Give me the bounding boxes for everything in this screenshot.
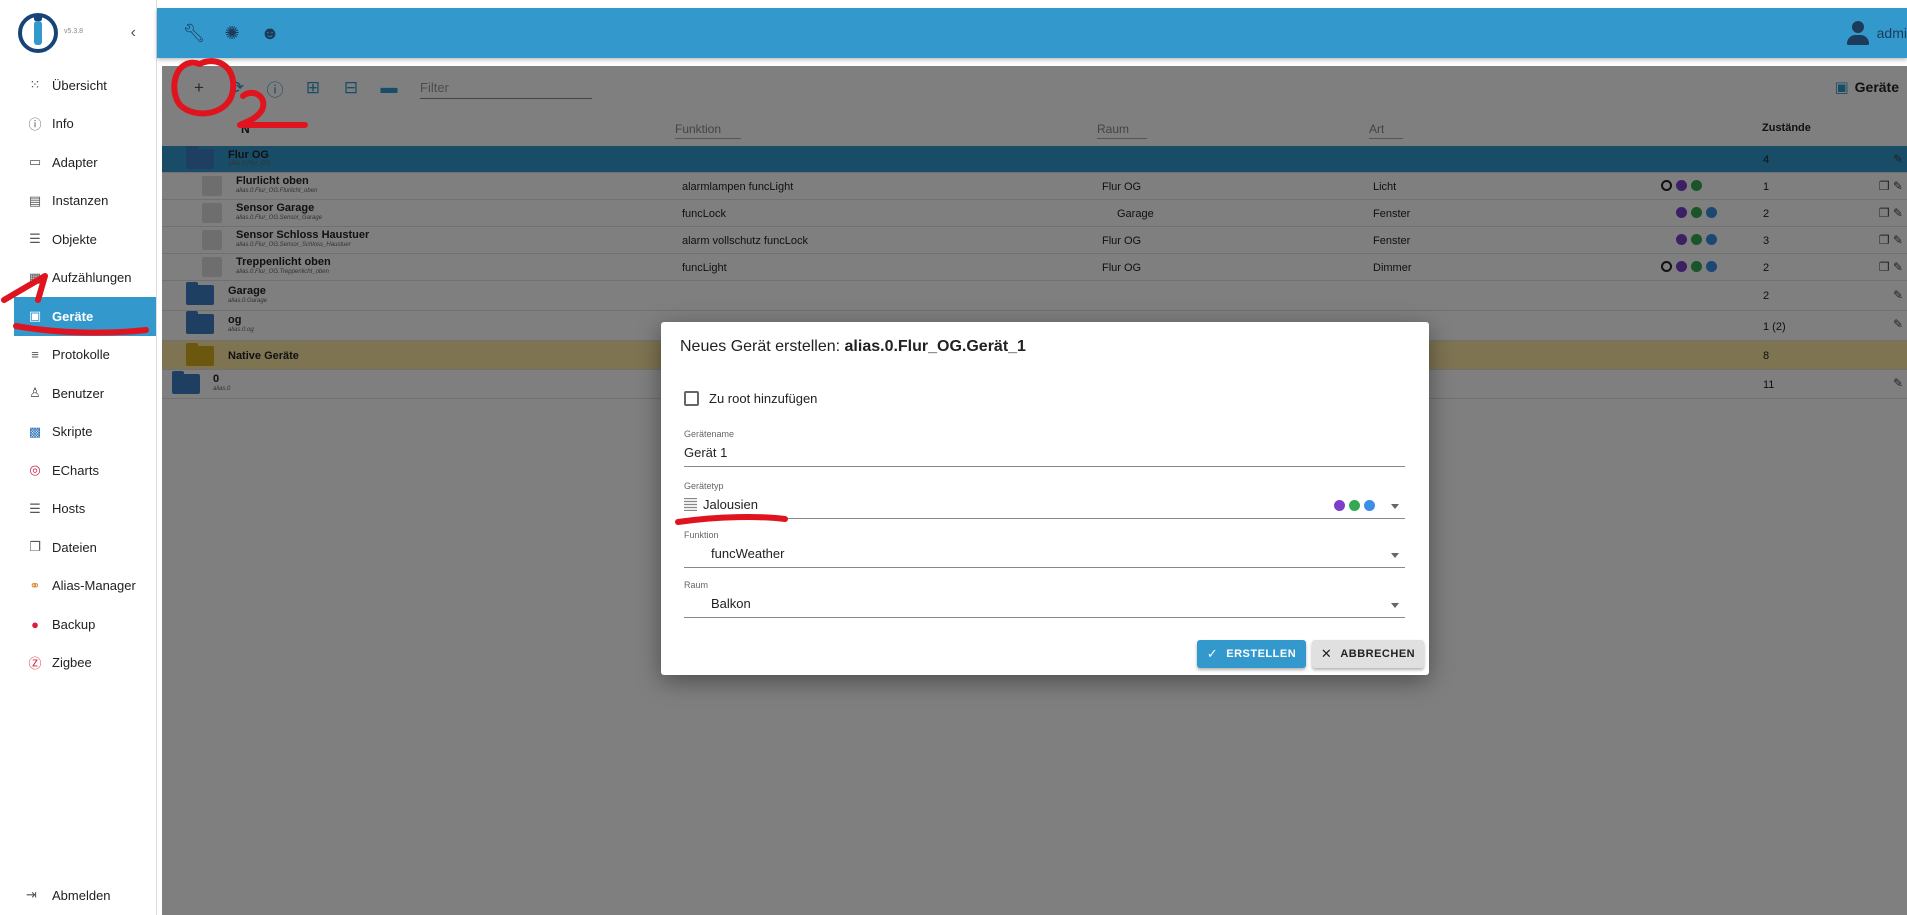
sidebar-item-alias-manager[interactable]: ⚭ Alias-Manager (0, 567, 156, 606)
echarts-icon: ◎ (29, 462, 41, 478)
version-label: v5.3.8 (64, 27, 84, 35)
sidebar-item-label: Alias-Manager (52, 578, 136, 594)
sidebar-item-aufzaehlungen[interactable]: ▦ Aufzählungen (0, 259, 156, 298)
add-to-root-checkbox[interactable]: Zu root hinzufügen (684, 391, 817, 406)
sidebar-item-label: Zigbee (52, 655, 92, 671)
checkbox-box[interactable] (684, 391, 699, 406)
sidebar-item-label: Aufzählungen (52, 270, 132, 286)
sidebar-item-label: Benutzer (52, 385, 105, 401)
create-button[interactable]: ✓ ERSTELLEN (1197, 640, 1306, 668)
dialog-title: Neues Gerät erstellen: alias.0.Flur_OG.G… (680, 338, 1026, 356)
iobroker-logo (18, 13, 58, 53)
sidebar-item-objekte[interactable]: ☰ Objekte (0, 220, 156, 259)
list-icon: ☰ (29, 231, 41, 247)
chevron-down-icon[interactable] (1391, 603, 1399, 608)
sidebar-item-geraete[interactable]: ▣ Geräte (14, 297, 156, 336)
sidebar-item-label: Backup (52, 616, 96, 632)
function-select[interactable]: Funktion funcWeather (684, 530, 1405, 568)
store-icon: ▭ (28, 154, 42, 170)
sidebar-item-benutzer[interactable]: ♙ Benutzer (0, 374, 156, 413)
logo-row: v5.3.8 ‹ (0, 0, 156, 66)
sidebar-item-label: Geräte (52, 308, 94, 324)
field-label: Funktion (684, 530, 719, 540)
sidebar-item-backup[interactable]: ● Backup (0, 605, 156, 644)
backup-icon: ● (31, 616, 39, 632)
sidebar-item-instanzen[interactable]: ▤ Instanzen (0, 182, 156, 221)
user-name: admi (1876, 25, 1907, 41)
sidebar-item-protokolle[interactable]: ≡ Protokolle (0, 336, 156, 375)
field-label: Gerätetyp (684, 481, 724, 491)
blinds-icon (684, 498, 697, 511)
device-name-input[interactable]: Gerät 1 (684, 439, 1405, 466)
sidebar-item-dateien[interactable]: ❐ Dateien (0, 528, 156, 567)
scripts-icon: ▩ (28, 423, 42, 439)
device-type-text: Jalousien (703, 497, 758, 512)
cancel-button[interactable]: ✕ ABBRECHEN (1312, 640, 1424, 668)
sidebar-item-label: Hosts (52, 501, 86, 517)
collapse-sidebar-icon[interactable]: ‹ (131, 24, 136, 42)
sidebar-item-zigbee[interactable]: Ⓩ Zigbee (0, 644, 156, 683)
info-icon: ⓘ (28, 117, 42, 133)
grid-icon: ⁙ (29, 77, 41, 93)
hosts-icon: ☰ (29, 500, 41, 516)
sidebar-item-hosts[interactable]: ☰ Hosts (0, 490, 156, 529)
sidebar-item-label: Adapter (52, 154, 98, 170)
chevron-down-icon[interactable] (1391, 553, 1399, 558)
create-label: ERSTELLEN (1226, 648, 1297, 660)
account-icon (1845, 20, 1871, 46)
instances-icon: ▤ (28, 192, 42, 208)
zigbee-icon: Ⓩ (28, 656, 42, 672)
sidebar-nav: ⁙ Übersicht ⓘ Info ▭ Adapter ▤ Instanzen ☰ Ob… (0, 66, 156, 682)
logout-icon: ⇥ (26, 887, 37, 902)
dialog-title-id: alias.0.Flur_OG.Gerät_1 (844, 338, 1026, 355)
sidebar-item-label: ECharts (52, 462, 99, 478)
create-device-dialog: Neues Gerät erstellen: alias.0.Flur_OG.G… (661, 322, 1429, 675)
sidebar-item-uebersicht[interactable]: ⁙ Übersicht (0, 66, 156, 105)
sidebar-item-label: Protokolle (52, 347, 110, 363)
sidebar-item-info[interactable]: ⓘ Info (0, 105, 156, 144)
device-type-value[interactable]: Jalousien (684, 491, 1405, 518)
devices-icon: ▣ (28, 308, 42, 324)
alias-icon: ⚭ (29, 577, 41, 593)
sidebar-item-label: Instanzen (52, 193, 109, 209)
logs-icon: ≡ (31, 347, 39, 363)
files-icon: ❐ (29, 539, 41, 555)
cancel-label: ABBRECHEN (1340, 648, 1416, 660)
room-select[interactable]: Raum Balkon (684, 580, 1405, 618)
user-menu[interactable]: admi (1845, 20, 1907, 46)
top-bar: 🔧︎ ✺ ☻ admi (157, 8, 1907, 58)
expert-mode-icon[interactable]: ☻ (259, 22, 281, 44)
sidebar-item-label: Skripte (52, 424, 93, 440)
checkbox-label: Zu root hinzufügen (709, 391, 818, 406)
sidebar-item-label: Info (52, 116, 74, 132)
device-name-field[interactable]: Gerätename Gerät 1 (684, 429, 1405, 467)
chevron-down-icon[interactable] (1391, 504, 1399, 509)
sidebar-item-label: Übersicht (52, 77, 107, 93)
user-icon: ♙ (29, 385, 41, 401)
check-icon: ✓ (1206, 646, 1219, 661)
wrench-icon[interactable]: 🔧︎ (183, 22, 206, 44)
logout-button[interactable]: ⇥ Abmelden (26, 887, 111, 903)
field-label: Raum (684, 580, 709, 590)
sidebar-item-label: Objekte (52, 231, 97, 247)
field-label: Gerätename (684, 429, 735, 439)
bug-icon[interactable]: ✺ (221, 22, 243, 44)
device-type-select[interactable]: Gerätetyp Jalousien (684, 481, 1405, 519)
enums-icon: ▦ (28, 269, 42, 285)
sidebar: v5.3.8 ‹ ⁙ Übersicht ⓘ Info ▭ Adapter ▤ Inst… (0, 0, 157, 915)
smart-badges (1334, 500, 1379, 511)
sidebar-item-echarts[interactable]: ◎ ECharts (0, 451, 156, 490)
dialog-title-prefix: Neues Gerät erstellen: (680, 338, 841, 355)
sidebar-item-label: Dateien (52, 539, 97, 555)
function-value[interactable]: funcWeather (684, 540, 1405, 567)
room-value[interactable]: Balkon (684, 590, 1405, 617)
sidebar-item-adapter[interactable]: ▭ Adapter (0, 143, 156, 182)
close-icon: ✕ (1320, 646, 1333, 661)
sidebar-item-skripte[interactable]: ▩ Skripte (0, 413, 156, 452)
logout-label: Abmelden (52, 887, 111, 903)
